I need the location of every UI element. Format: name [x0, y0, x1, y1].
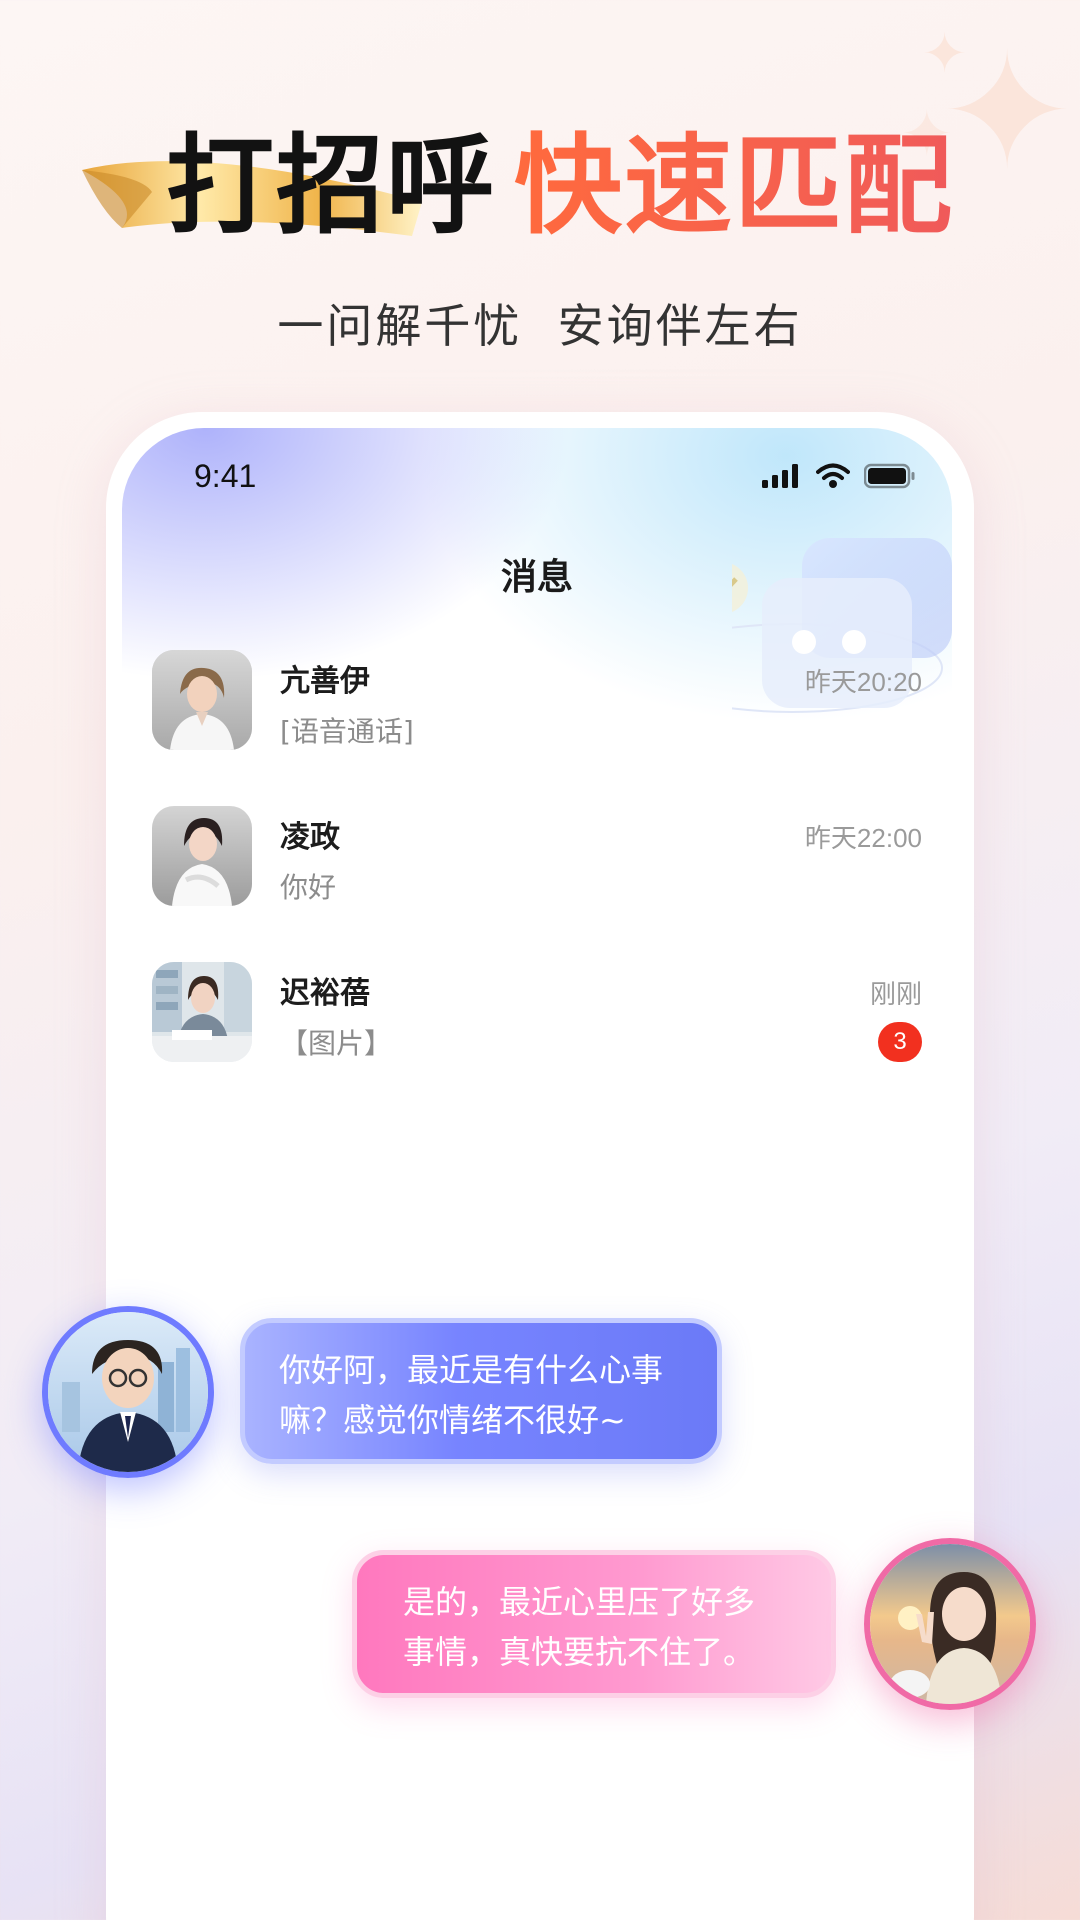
- user-avatar: [864, 1538, 1036, 1710]
- message-preview: [语音通话]: [280, 715, 414, 748]
- status-time: 9:41: [194, 458, 257, 494]
- message-preview: 你好: [280, 871, 337, 904]
- battery-icon: [864, 463, 915, 489]
- conversation-item[interactable]: 迟裕蓓 【图片】 刚刚 3: [152, 962, 922, 1072]
- message-time: 昨天22:00: [804, 823, 922, 853]
- sparkle-small-icon: ✦: [922, 22, 968, 85]
- avatar: [152, 650, 252, 750]
- headline-part-black: 打招呼: [166, 124, 497, 249]
- message-time: 昨天20:20: [804, 667, 922, 697]
- status-icons: [762, 462, 916, 490]
- message-preview: 【图片】: [280, 1027, 393, 1060]
- conversation-item[interactable]: 凌政 你好 昨天22:00: [152, 806, 922, 916]
- contact-name: 亢善伊: [280, 664, 370, 699]
- contact-name: 迟裕蓓: [280, 976, 370, 1011]
- avatar: [152, 806, 252, 906]
- advisor-avatar: [42, 1306, 214, 1478]
- outgoing-message-bubble: 是的，最近心里压了好多事情，真快要抗不住了。: [352, 1550, 836, 1698]
- incoming-message-bubble: 你好阿，最近是有什么心事嘛？感觉你情绪不很好~: [240, 1318, 722, 1464]
- unread-badge: 3: [878, 1022, 922, 1062]
- wifi-icon: [816, 463, 850, 488]
- page-title: 消息: [500, 557, 573, 598]
- signal-icon: [762, 464, 798, 488]
- avatar: [152, 962, 252, 1062]
- headline-part-orange: 快速匹配: [514, 99, 954, 255]
- contact-name: 凌政: [280, 820, 340, 855]
- headline: 打招呼 快速匹配: [166, 112, 954, 249]
- conversation-item[interactable]: 亢善伊 [语音通话] 昨天20:20: [152, 650, 922, 760]
- message-time: 刚刚: [869, 979, 922, 1009]
- subheadline: 一问解千忧 安询伴左右: [277, 299, 803, 353]
